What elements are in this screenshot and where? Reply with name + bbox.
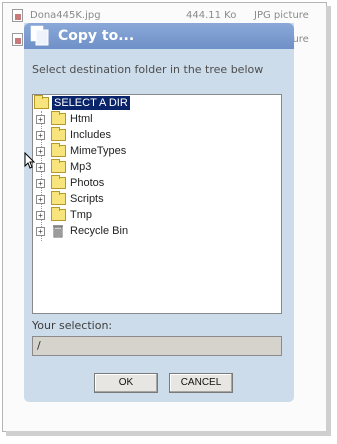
file-size: 444.11 Ko [186, 10, 237, 21]
cancel-button[interactable]: CANCEL [169, 373, 233, 393]
folder-icon [51, 143, 66, 157]
tree-item-label: Photos [70, 177, 105, 189]
folder-tree[interactable]: SELECT A DIR + Html + Includes + MimeTyp… [32, 94, 282, 314]
jpg-file-icon [12, 9, 23, 22]
tree-item-label: Tmp [70, 209, 92, 221]
tree-item-mimetypes[interactable]: + MimeTypes [33, 143, 273, 160]
file-type: JPG picture [254, 10, 309, 21]
folder-icon [51, 175, 66, 189]
ok-button[interactable]: OK [94, 373, 158, 393]
tree-item-label: Mp3 [70, 161, 92, 173]
expand-icon[interactable]: + [36, 131, 45, 140]
tree-item-label: Recycle Bin [70, 225, 129, 237]
tree-item-includes[interactable]: + Includes [33, 127, 273, 144]
expand-icon[interactable]: + [36, 179, 45, 188]
window-shadow [326, 6, 331, 434]
folder-icon [51, 191, 66, 205]
instruction-text: Select destination folder in the tree be… [32, 63, 264, 76]
mouse-cursor-icon [24, 152, 36, 169]
trash-icon [53, 225, 63, 238]
folder-icon [51, 127, 66, 141]
expand-icon[interactable]: + [36, 115, 45, 124]
selection-label: Your selection: [32, 319, 113, 332]
tree-item-scripts[interactable]: + Scripts [33, 191, 273, 208]
tree-item-recycle-bin[interactable]: + Recycle Bin [33, 224, 273, 240]
dialog-title: Copy to... [58, 28, 135, 44]
folder-icon [51, 207, 66, 221]
folder-icon [51, 111, 66, 125]
file-name: Dona445K.jpg [30, 10, 101, 21]
jpg-file-icon [12, 33, 23, 46]
tree-item-label: Scripts [70, 193, 104, 205]
dialog-title-bar[interactable]: Copy to... [24, 23, 294, 49]
expand-icon[interactable]: + [36, 163, 45, 172]
tree-item-label: MimeTypes [70, 145, 127, 157]
tree-item-photos[interactable]: + Photos [33, 175, 273, 192]
folder-icon [51, 159, 66, 173]
tree-root-label: SELECT A DIR [52, 96, 130, 110]
expand-icon[interactable]: + [36, 227, 45, 236]
copy-to-dialog: Copy to... Select destination folder in … [24, 23, 294, 402]
expand-icon[interactable]: + [36, 195, 45, 204]
selection-field: / [32, 336, 282, 356]
tree-item-html[interactable]: + Html [33, 111, 273, 128]
window-shadow [6, 431, 331, 436]
folder-open-icon [34, 95, 49, 109]
tree-item-mp3[interactable]: + Mp3 [33, 159, 273, 176]
tree-item-label: Html [70, 113, 93, 125]
copy-pages-icon [30, 25, 49, 46]
tree-item-label: Includes [70, 129, 111, 141]
expand-icon[interactable]: + [36, 147, 45, 156]
tree-item-tmp[interactable]: + Tmp [33, 207, 273, 224]
expand-icon[interactable]: + [36, 211, 45, 220]
